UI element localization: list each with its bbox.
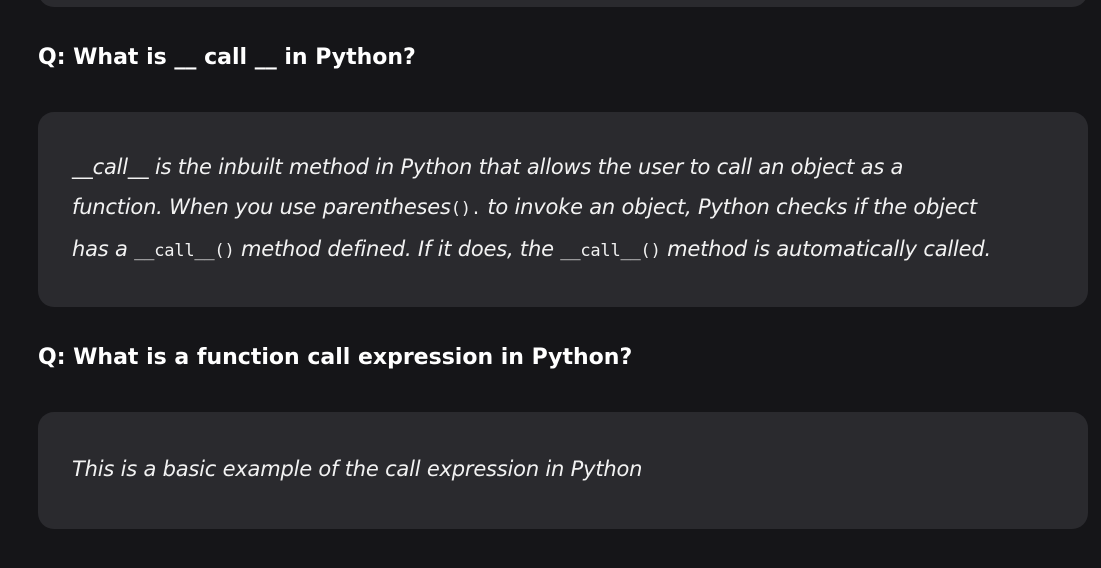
- answer-segment: is the inbuilt method in Python that all…: [148, 155, 904, 179]
- answer-segment: method is automatically called.: [660, 237, 991, 261]
- answer-segment: has a: [72, 237, 135, 261]
- answer-segment: to invoke an object, Python checks if th…: [480, 195, 977, 219]
- inline-code: __call__(): [560, 241, 661, 261]
- faq-answer-text: This is a basic example of the call expr…: [72, 457, 643, 481]
- previous-answer-card: [38, 0, 1088, 7]
- faq-question: Q: What is __ call __ in Python?: [38, 45, 416, 70]
- answer-segment: function. When you use parentheses: [72, 195, 451, 219]
- answer-line: __call__ is the inbuilt method in Python…: [72, 147, 1068, 187]
- inline-code: ().: [450, 199, 481, 219]
- faq-answer-card: __call__ is the inbuilt method in Python…: [38, 112, 1088, 307]
- inline-code: __call__(): [134, 241, 235, 261]
- faq-answer-card: This is a basic example of the call expr…: [38, 412, 1088, 529]
- answer-line: has a __call__() method defined. If it d…: [72, 229, 1068, 271]
- answer-segment: __call__: [72, 155, 149, 179]
- faq-answer-text: __call__ is the inbuilt method in Python…: [72, 147, 1068, 271]
- answer-segment: method defined. If it does, the: [234, 237, 561, 261]
- faq-question: Q: What is a function call expression in…: [38, 345, 633, 370]
- answer-line: function. When you use parentheses(). to…: [72, 187, 1068, 229]
